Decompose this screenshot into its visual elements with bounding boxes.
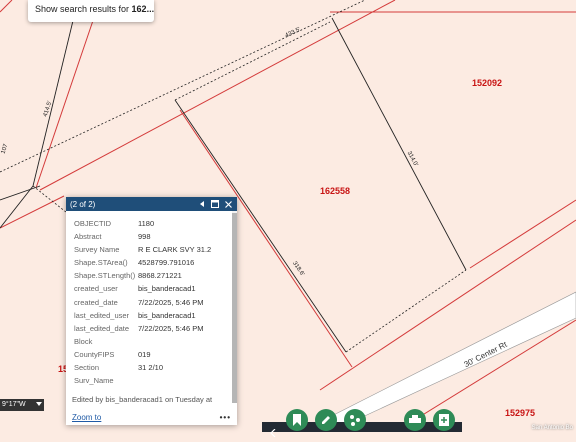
search-suggestion-prefix: Show search results for — [35, 4, 132, 14]
coordinate-readout: 9°17"W — [0, 399, 44, 411]
analysis-icon[interactable] — [344, 409, 366, 431]
attribute-value: 998 — [138, 232, 151, 242]
add-data-icon[interactable] — [433, 409, 455, 431]
attribute-row: last_edited_date 7/22/2025, 5:46 PM — [66, 322, 229, 335]
edit-icon[interactable] — [315, 409, 337, 431]
attribute-key: Abstract — [74, 232, 102, 242]
attribute-row: Abstract 998 — [66, 230, 229, 243]
edit-info: Edited by bis_banderacad1 on Tuesday at — [72, 395, 213, 405]
parcel-label-162558: 162558 — [320, 186, 351, 196]
attribute-key: CountyFIPS — [74, 349, 115, 359]
attribute-key: Shape.STLength() — [74, 271, 136, 281]
attribute-value: 7/22/2025, 5:46 PM — [138, 323, 204, 333]
attribute-value: bis_banderacad1 — [138, 284, 196, 294]
attribute-key: Block — [74, 336, 93, 346]
search-suggestion[interactable]: Show search results for 162... — [28, 0, 154, 22]
print-icon[interactable] — [404, 409, 426, 431]
attribute-value: R E CLARK SVY 31.2 — [138, 245, 212, 255]
attribute-key: OBJECTID — [74, 219, 112, 228]
attribute-row: created_user bis_banderacad1 — [66, 282, 229, 295]
attribute-row: Survey Name R E CLARK SVY 31.2 — [66, 243, 229, 256]
popup-header: (2 of 2) — [66, 197, 237, 211]
attribute-value: 1180 — [138, 219, 155, 228]
chevron-left-icon[interactable] — [270, 424, 276, 438]
attribute-value: bis_banderacad1 — [138, 310, 196, 320]
attribute-value: 7/22/2025, 5:46 PM — [138, 297, 204, 307]
zoom-to-link[interactable]: Zoom to — [72, 413, 220, 422]
attribute-row: OBJECTID 1180 — [66, 217, 229, 230]
attribute-key: created_user — [74, 284, 118, 294]
attribute-key: Section — [74, 363, 100, 373]
map-credit: San Antonio Bo — [531, 425, 573, 431]
attribute-value: 31 2/10 — [138, 363, 164, 373]
chevron-down-icon[interactable] — [36, 399, 42, 411]
attribute-key: Surv_Name — [74, 376, 114, 386]
attribute-row: Surv_Name — [66, 374, 229, 387]
attribute-row: created_date 7/22/2025, 5:46 PM — [66, 296, 229, 309]
attribute-key: Survey Name — [74, 245, 120, 255]
attribute-row: last_edited_user bis_banderacad1 — [66, 309, 229, 322]
attribute-row: Shape.STArea() 4528799.791016 — [66, 256, 229, 269]
attribute-key: last_edited_date — [74, 323, 130, 333]
attribute-row: CountyFIPS 019 — [66, 348, 229, 361]
scrollbar-thumb[interactable] — [232, 213, 237, 403]
more-actions-icon[interactable]: ••• — [220, 413, 231, 422]
parcel-label-152975: 152975 — [505, 408, 536, 418]
maximize-icon[interactable] — [210, 199, 220, 209]
bookmark-icon[interactable] — [286, 409, 308, 431]
attribute-key: Shape.STArea() — [74, 258, 128, 268]
attribute-key: last_edited_user — [74, 310, 130, 320]
coordinate-text: 9°17"W — [2, 401, 26, 408]
parcel-label-152092: 152092 — [472, 78, 503, 88]
previous-feature-icon[interactable] — [197, 199, 207, 209]
attribute-row: Section 31 2/10 — [66, 361, 229, 374]
popup-footer: Zoom to ••• — [72, 411, 231, 423]
attribute-value: 8868.271221 — [138, 271, 182, 281]
attribute-row: Block — [66, 335, 229, 348]
popup-attribute-list[interactable]: OBJECTID 1180 Abstract 998 Survey Name R E CL… — [66, 211, 229, 411]
popup-scrollbar[interactable] — [232, 211, 237, 403]
attribute-value: 019 — [138, 349, 151, 359]
popup-feature-count: (2 of 2) — [70, 199, 96, 209]
attribute-row: Shape.STLength() 8868.271221 — [66, 269, 229, 282]
search-suggestion-query: 162... — [131, 4, 154, 14]
attribute-value: 4528799.791016 — [138, 258, 195, 268]
attribute-key: created_date — [74, 297, 118, 307]
feature-popup: (2 of 2) OBJECTID 1180 Abstract 998 Survey N… — [66, 197, 237, 425]
close-icon[interactable] — [223, 199, 233, 209]
